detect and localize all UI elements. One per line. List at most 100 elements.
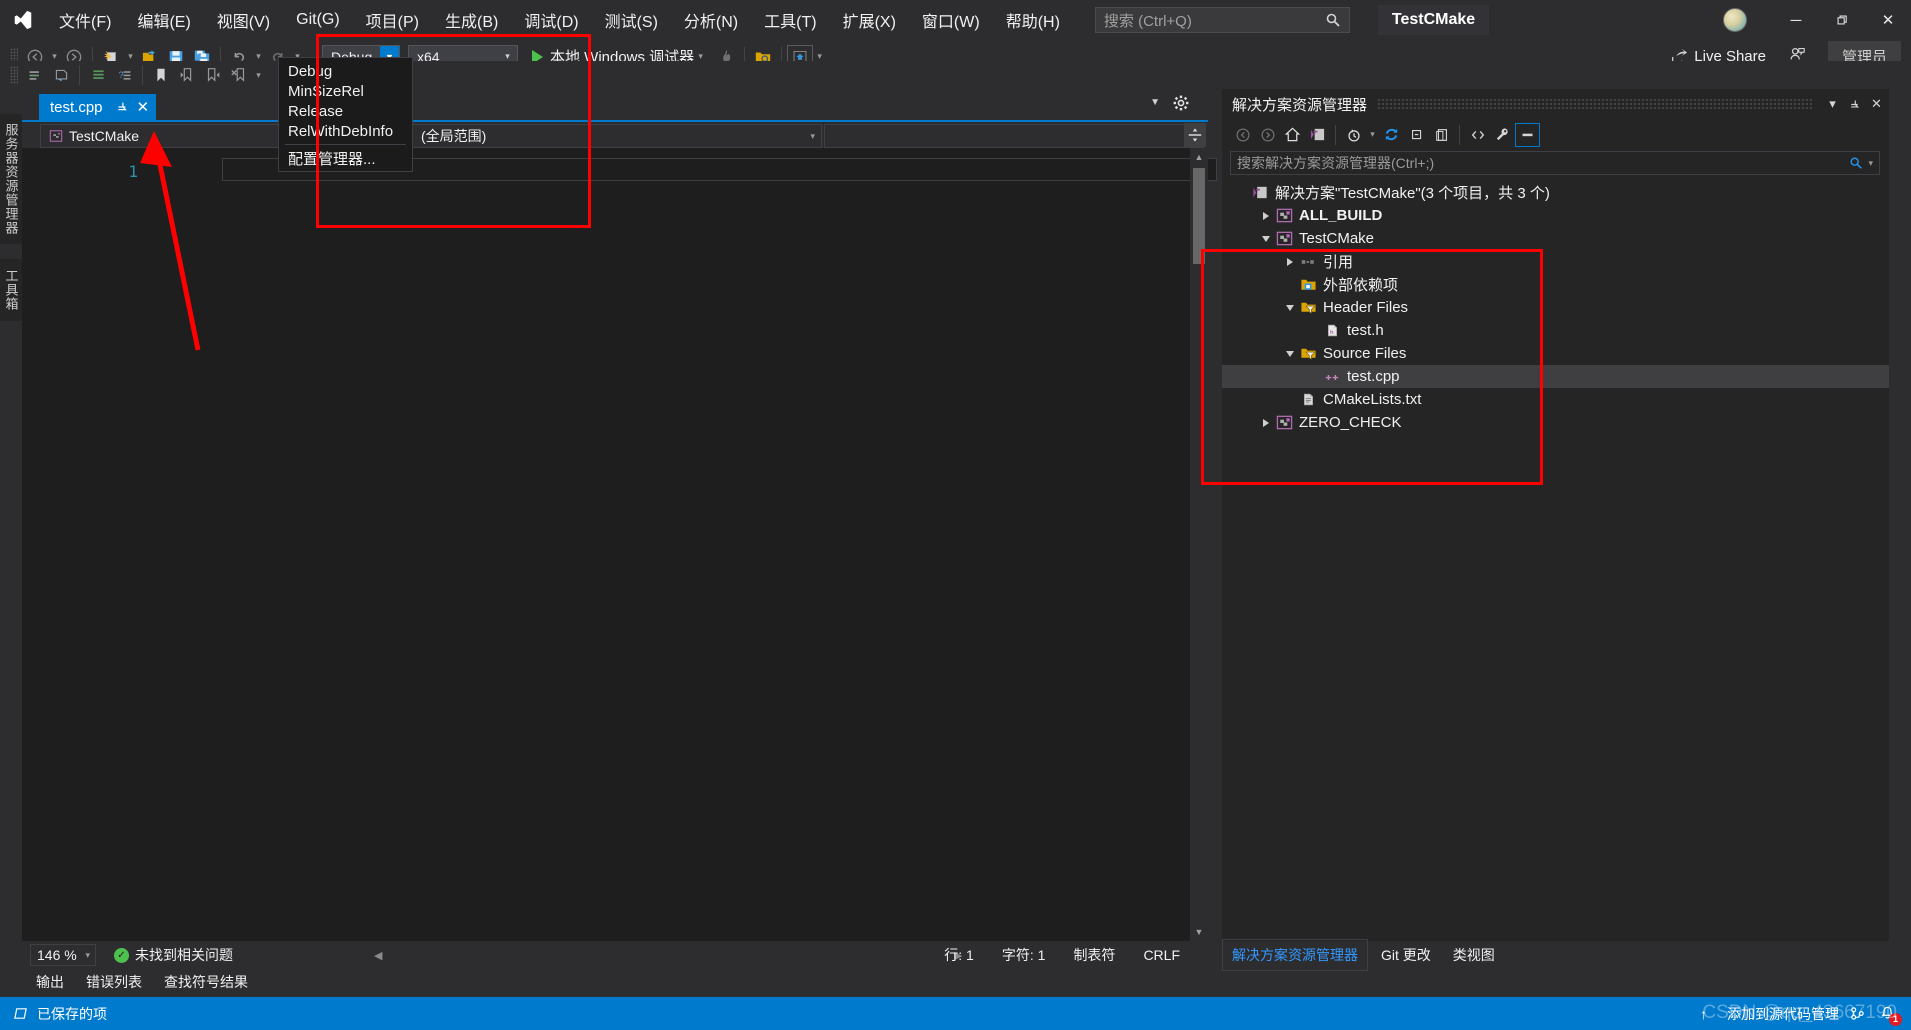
tree-node[interactable]: 外部依赖项 <box>1222 273 1889 296</box>
menu-item-5[interactable]: 生成(B) <box>432 0 511 40</box>
pending-changes-dropdown-icon[interactable]: ▾ <box>1366 123 1379 147</box>
configuration-dropdown-menu[interactable]: Debug MinSizeRel Release RelWithDebInfo 配置管理… <box>278 57 413 172</box>
code-view-icon[interactable] <box>1465 123 1490 147</box>
config-option-relwithdebinfo[interactable]: RelWithDebInfo <box>279 121 412 141</box>
chevron-down-icon[interactable] <box>1282 296 1298 319</box>
bottom-tab-0[interactable]: 输出 <box>36 969 64 992</box>
chevron-right-icon[interactable] <box>1282 250 1298 273</box>
member-scope-dropdown-icon[interactable]: ▾ <box>810 131 815 142</box>
chevron-down-icon[interactable] <box>1282 342 1298 365</box>
next-bookmark-icon[interactable] <box>200 63 226 87</box>
user-avatar[interactable] <box>1723 8 1747 32</box>
gear-icon[interactable] <box>1172 94 1190 112</box>
member-scope-combo[interactable]: (全局范围) ▾ <box>412 124 822 148</box>
menu-item-12[interactable]: 帮助(H) <box>993 0 1073 40</box>
toolbar2-grip[interactable] <box>10 66 18 84</box>
scrollbar-thumb[interactable] <box>1193 168 1205 264</box>
properties-icon[interactable] <box>1490 123 1515 147</box>
close-button[interactable]: ✕ <box>1865 0 1911 40</box>
tree-node[interactable]: h test.h <box>1222 319 1889 342</box>
toolbox-tab[interactable]: 工具箱 <box>0 259 22 321</box>
panel-pin-icon[interactable] <box>1845 92 1864 116</box>
config-option-debug[interactable]: Debug <box>279 61 412 81</box>
panel-close-icon[interactable]: ✕ <box>1867 92 1886 116</box>
menu-item-3[interactable]: Git(G) <box>283 0 353 40</box>
menu-item-8[interactable]: 分析(N) <box>671 0 751 40</box>
close-icon[interactable]: ✕ <box>137 98 150 116</box>
notification-bell-icon[interactable]: 1 <box>1879 1005 1902 1026</box>
comment-selection-icon[interactable] <box>48 63 74 87</box>
tree-node[interactable]: TestCMake <box>1222 227 1889 250</box>
zoom-dropdown-icon[interactable]: ▾ <box>85 950 90 961</box>
editor-vertical-scrollbar[interactable]: ▲ ▼ <box>1190 148 1208 941</box>
tree-node[interactable]: Source Files <box>1222 342 1889 365</box>
tree-node[interactable]: 解决方案"TestCMake"(3 个项目，共 3 个) <box>1222 181 1889 204</box>
toolbar2-overflow-icon[interactable]: ▾ <box>252 63 265 87</box>
menu-item-0[interactable]: 文件(F) <box>46 0 124 40</box>
solution-icon[interactable] <box>1305 123 1330 147</box>
tab-overflow-icon[interactable]: ▼ <box>1150 97 1160 108</box>
member-list-combo[interactable]: ▾ <box>824 124 1204 148</box>
bottom-tab-2[interactable]: 查找符号结果 <box>164 969 248 992</box>
h-scroll-left-icon[interactable]: ◀ <box>374 949 382 962</box>
clear-bookmarks-icon[interactable] <box>226 63 252 87</box>
search-icon[interactable] <box>1849 156 1863 170</box>
show-all-files-icon[interactable] <box>1429 123 1454 147</box>
se-bottom-tab-2[interactable]: 类视图 <box>1444 940 1504 970</box>
split-view-icon[interactable] <box>1184 123 1206 147</box>
menu-item-4[interactable]: 项目(P) <box>353 0 432 40</box>
bookmark-icon[interactable] <box>148 63 174 87</box>
source-control-icon[interactable] <box>1849 1006 1865 1022</box>
tree-node[interactable]: 引用 <box>1222 250 1889 273</box>
document-tab-test-cpp[interactable]: test.cpp ✕ <box>39 94 157 120</box>
solution-explorer-titlebar: 解决方案资源管理器 ▾ ✕ <box>1222 89 1889 119</box>
quick-replace-icon[interactable]: ? <box>111 63 137 87</box>
menu-item-2[interactable]: 视图(V) <box>204 0 283 40</box>
tree-node[interactable]: CMakeLists.txt <box>1222 388 1889 411</box>
menu-item-11[interactable]: 窗口(W) <box>909 0 993 40</box>
refresh-icon[interactable] <box>1379 123 1404 147</box>
se-bottom-tab-0[interactable]: 解决方案资源管理器 <box>1222 939 1368 971</box>
pending-changes-icon[interactable] <box>1341 123 1366 147</box>
chevron-right-icon[interactable] <box>1258 411 1274 434</box>
config-option-minsizerel[interactable]: MinSizeRel <box>279 81 412 101</box>
bottom-tab-1[interactable]: 错误列表 <box>86 969 142 992</box>
chevron-down-icon[interactable] <box>1258 227 1274 250</box>
pin-icon[interactable] <box>115 100 129 114</box>
forward-icon[interactable] <box>1255 123 1280 147</box>
restore-button[interactable] <box>1819 0 1865 40</box>
configuration-manager-item[interactable]: 配置管理器... <box>279 148 412 168</box>
toggle-outlining-icon[interactable] <box>22 63 48 87</box>
tree-node[interactable]: test.cpp <box>1222 365 1889 388</box>
home-icon[interactable] <box>1280 123 1305 147</box>
zoom-level-combo[interactable]: 146 % ▾ <box>30 944 96 966</box>
chevron-right-icon[interactable] <box>1258 204 1274 227</box>
increase-indent-icon[interactable] <box>85 63 111 87</box>
menu-item-7[interactable]: 测试(S) <box>592 0 671 40</box>
config-option-release[interactable]: Release <box>279 101 412 121</box>
quick-search-box[interactable]: 搜索 (Ctrl+Q) <box>1094 7 1350 33</box>
add-to-source-control-label[interactable]: 添加到源代码管理 <box>1727 1004 1839 1024</box>
scroll-down-icon[interactable]: ▼ <box>1190 923 1208 941</box>
menu-item-6[interactable]: 调试(D) <box>511 0 591 40</box>
tree-node[interactable]: ALL_BUILD <box>1222 204 1889 227</box>
se-search-dropdown-icon[interactable]: ▾ <box>1868 158 1873 169</box>
preview-selected-items-icon[interactable] <box>1515 122 1540 147</box>
minimize-button[interactable]: ─ <box>1773 0 1819 40</box>
solution-explorer-search[interactable]: 搜索解决方案资源管理器(Ctrl+;) ▾ <box>1230 151 1880 175</box>
previous-bookmark-icon[interactable] <box>174 63 200 87</box>
scroll-up-icon[interactable]: ▲ <box>1190 148 1208 166</box>
back-icon[interactable] <box>1230 123 1255 147</box>
status-bar-left: 已保存的项 <box>12 1004 107 1024</box>
se-bottom-tab-1[interactable]: Git 更改 <box>1372 940 1440 970</box>
code-editor-surface[interactable]: 1 <box>22 148 1217 941</box>
menu-item-1[interactable]: 编辑(E) <box>124 0 203 40</box>
tree-node[interactable]: ZERO_CHECK <box>1222 411 1889 434</box>
tree-node[interactable]: Header Files <box>1222 296 1889 319</box>
panel-menu-icon[interactable]: ▾ <box>1823 92 1842 116</box>
menu-item-9[interactable]: 工具(T) <box>751 0 829 40</box>
server-explorer-tab[interactable]: 服务器资源管理器 <box>0 114 22 244</box>
menu-item-10[interactable]: 扩展(X) <box>830 0 909 40</box>
solution-tree[interactable]: 解决方案"TestCMake"(3 个项目，共 3 个) ALL_BUILD Tes… <box>1222 181 1889 941</box>
collapse-all-icon[interactable] <box>1404 123 1429 147</box>
